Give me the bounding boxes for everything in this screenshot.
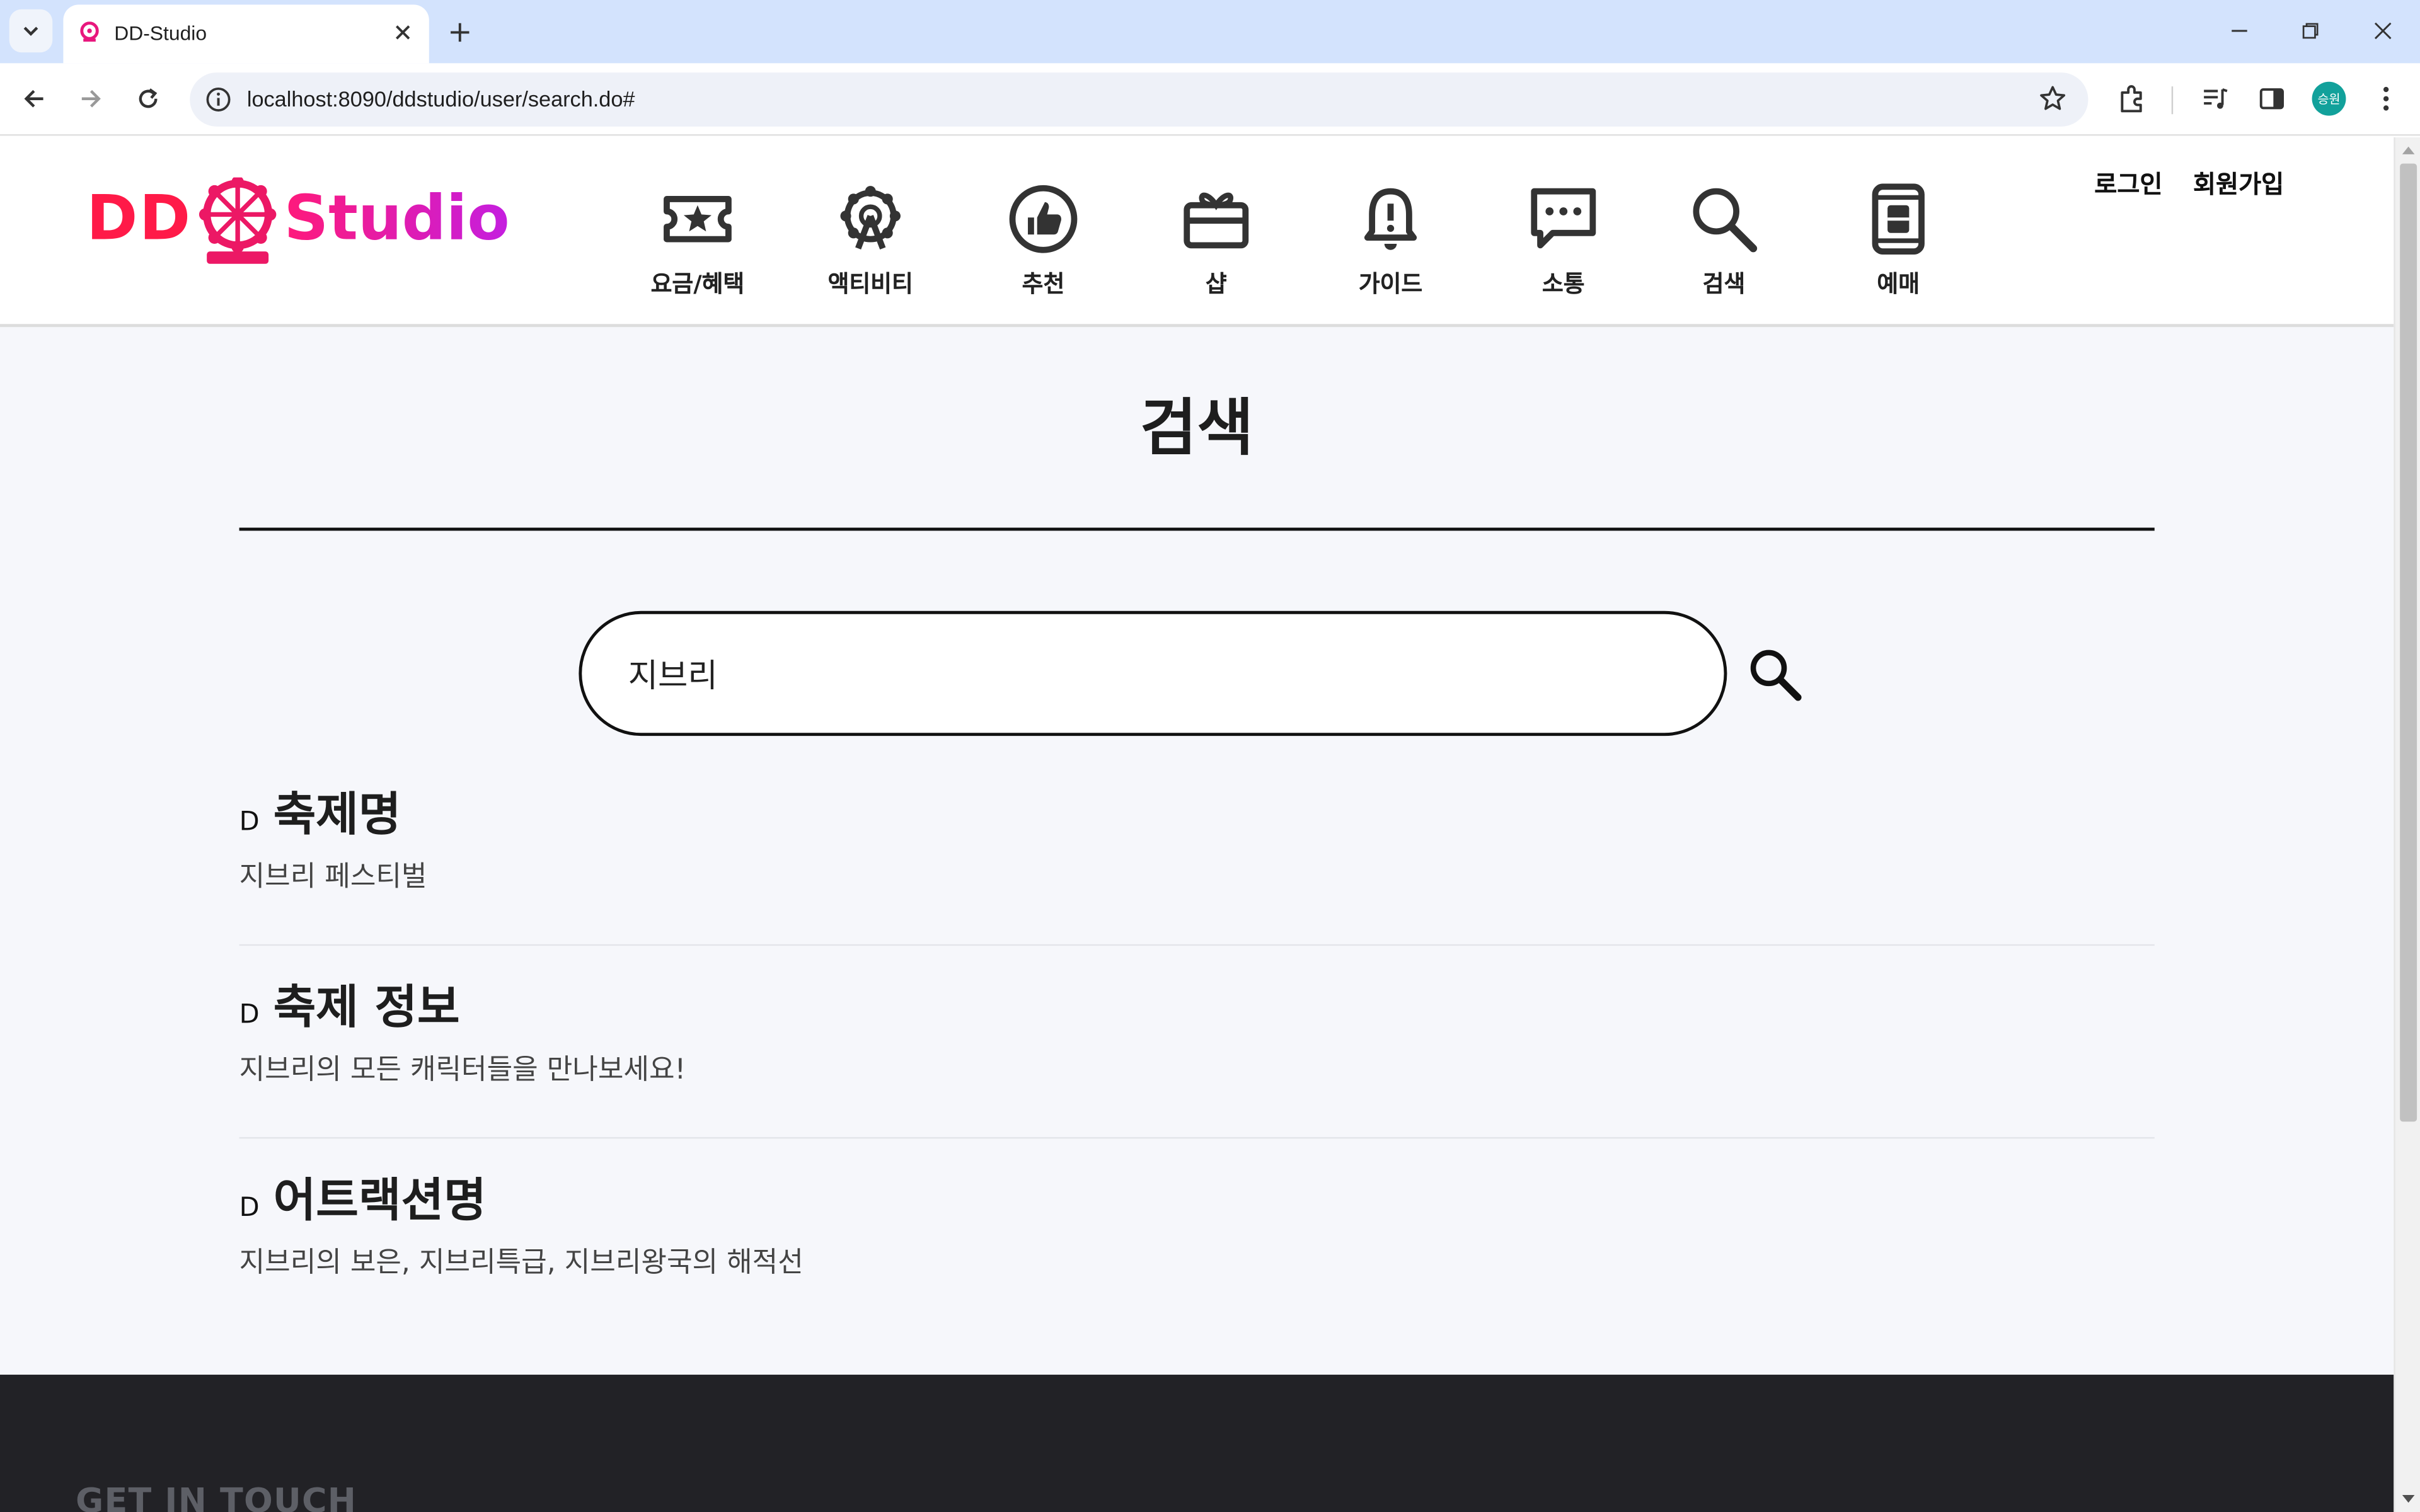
nav-label: 요금/혜택 [650, 270, 745, 298]
media-control-button[interactable] [2196, 80, 2233, 117]
nav-item-community[interactable]: 소통 [1494, 183, 1633, 307]
page-title: 검색 [1140, 393, 1254, 465]
nav-item-activity[interactable]: 액티비티 [801, 183, 940, 307]
extensions-button[interactable] [2113, 80, 2150, 117]
restore-icon [2302, 23, 2319, 39]
page-scrollbar[interactable] [2394, 137, 2420, 1512]
site-footer: GET IN TOUCH [0, 1375, 2394, 1512]
search-result-item: D 축제명 지브리 페스티벌 [239, 776, 2155, 946]
plus-icon [451, 23, 470, 42]
scroll-down-arrow-icon[interactable] [2402, 1492, 2416, 1506]
forward-button[interactable] [69, 77, 113, 120]
nav-label: 액티비티 [827, 270, 913, 298]
result-marker: D [239, 1193, 260, 1224]
new-tab-button[interactable] [439, 11, 482, 54]
minimize-button[interactable] [2218, 13, 2261, 50]
puzzle-icon [2121, 85, 2142, 113]
nav-item-pricing[interactable]: 요금/혜택 [628, 183, 767, 307]
close-window-button[interactable] [2361, 13, 2405, 50]
result-description[interactable]: 지브리의 모든 캐릭터들을 만나보세요! [239, 1048, 686, 1088]
result-description[interactable]: 지브리의 보은, 지브리특급, 지브리왕국의 해적선 [239, 1240, 804, 1281]
chevron-down-icon [23, 26, 38, 36]
result-title: 축제 정보 [273, 981, 460, 1036]
tab-search-button[interactable] [9, 9, 53, 53]
more-vertical-icon [2383, 86, 2389, 111]
arrow-left-icon [24, 89, 43, 108]
nav-item-shop[interactable]: 샵 [1147, 183, 1286, 307]
title-divider [239, 527, 2155, 531]
ferris-wheel-logo-icon [199, 177, 277, 264]
result-description[interactable]: 지브리 페스티벌 [239, 855, 427, 895]
nav-item-recommend[interactable]: 추천 [974, 183, 1112, 307]
logo-studio-text: Studio [284, 183, 510, 255]
bookmark-star-icon[interactable] [2039, 85, 2066, 113]
browser-tab[interactable]: DD-Studio [63, 4, 429, 64]
toolbar-divider [2171, 86, 2174, 115]
nav-label: 샵 [1205, 270, 1227, 298]
chat-bubble-icon [1531, 188, 1596, 249]
site-logo[interactable]: DD Studio [86, 177, 510, 270]
logo-dd-text: DD [86, 183, 192, 255]
thumbs-up-icon [1009, 185, 1078, 253]
bell-alert-icon [1364, 188, 1417, 250]
search-result-item: D 축제 정보 지브리의 모든 캐릭터들을 만나보세요! [239, 969, 2155, 1139]
nav-item-booking[interactable]: 예매 [1829, 183, 1968, 307]
reload-button[interactable] [127, 77, 170, 120]
nav-label: 가이드 [1358, 270, 1423, 298]
ferris-wheel-icon [840, 186, 901, 250]
minimize-icon [2232, 30, 2247, 32]
login-link[interactable]: 로그인 [2094, 164, 2162, 201]
site-header: DD Studio 요금/혜택 액티비티 추천 샵 가이드 소통 검색 예매 로… [0, 137, 2394, 328]
search-icon [1693, 188, 1758, 253]
site-info-icon[interactable] [205, 86, 232, 113]
signup-link[interactable]: 회원가입 [2193, 164, 2284, 201]
profile-avatar[interactable]: 승원 [2312, 81, 2346, 116]
tab-bar: DD-Studio [0, 0, 2420, 64]
nav-label: 예매 [1877, 270, 1920, 298]
close-icon [2374, 22, 2392, 40]
search-input[interactable] [628, 638, 1678, 710]
address-bar[interactable]: localhost:8090/ddstudio/user/search.do# [190, 72, 2089, 127]
search-result-item: D 어트랙션명 지브리의 보은, 지브리특급, 지브리왕국의 해적선 [239, 1162, 2155, 1331]
search-submit-button[interactable] [1744, 643, 1806, 705]
nav-label: 소통 [1541, 270, 1585, 298]
footer-title: GET IN TOUCH [76, 1482, 357, 1512]
nav-label: 추천 [1022, 270, 1065, 298]
gift-box-icon [1184, 192, 1249, 249]
web-page: DD Studio 요금/혜택 액티비티 추천 샵 가이드 소통 검색 예매 로… [0, 137, 2394, 1512]
music-queue-icon [2204, 88, 2228, 109]
scroll-up-arrow-icon[interactable] [2402, 144, 2416, 158]
restore-button[interactable] [2289, 13, 2332, 50]
arrow-right-icon [81, 89, 101, 108]
tab-close-icon[interactable] [389, 18, 417, 46]
phone-ticket-icon [1872, 183, 1925, 255]
nav-item-guide[interactable]: 가이드 [1321, 183, 1460, 307]
search-box [579, 610, 1727, 736]
ticket-star-icon [664, 196, 732, 243]
ferris-wheel-favicon-icon [80, 21, 99, 42]
result-title: 어트랙션명 [273, 1174, 487, 1228]
nav-item-search[interactable]: 검색 [1654, 183, 1793, 307]
side-panel-icon [2259, 88, 2285, 110]
result-title: 축제명 [273, 788, 401, 843]
nav-label: 검색 [1702, 270, 1746, 298]
scrollbar-thumb[interactable] [2400, 163, 2417, 1122]
url-text[interactable]: localhost:8090/ddstudio/user/search.do# [247, 86, 635, 111]
search-icon [1750, 650, 1802, 701]
browser-menu-button[interactable] [2368, 80, 2405, 117]
result-marker: D [239, 806, 260, 838]
result-marker: D [239, 999, 260, 1031]
reload-icon [139, 88, 158, 108]
side-panel-button[interactable] [2254, 80, 2291, 117]
browser-toolbar: localhost:8090/ddstudio/user/search.do# … [0, 63, 2420, 136]
tab-title: DD-Studio [114, 21, 207, 45]
back-button[interactable] [13, 77, 56, 120]
